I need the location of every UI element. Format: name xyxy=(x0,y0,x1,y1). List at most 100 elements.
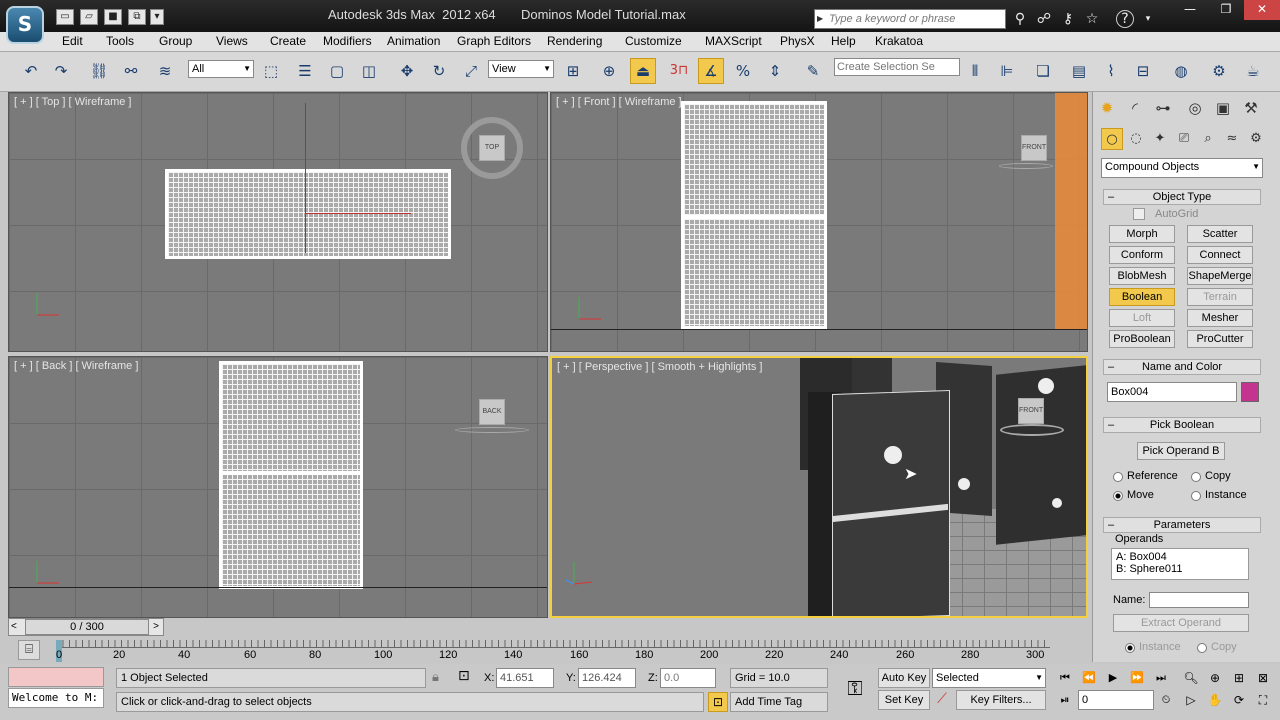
viewcube[interactable]: BACK xyxy=(479,399,505,425)
percent-snap-icon[interactable]: % xyxy=(730,58,756,84)
object-name-input[interactable]: Box004 xyxy=(1107,382,1237,402)
x-coordinate-input[interactable]: 41.651 xyxy=(496,668,554,688)
render-setup-icon[interactable]: ⚙ xyxy=(1206,58,1232,84)
utilities-tab-icon[interactable]: ⚒ xyxy=(1239,96,1263,120)
menu-rendering[interactable]: Rendering xyxy=(547,34,602,48)
viewport-back[interactable]: [ + ] [ Back ] [ Wireframe ] BACK xyxy=(8,356,548,618)
keyboard-shortcut-override-icon[interactable]: ⏏ xyxy=(630,58,656,84)
select-and-scale-icon[interactable]: ⤢ xyxy=(458,58,484,84)
schematic-view-icon[interactable]: ⊟ xyxy=(1130,58,1156,84)
undo-icon[interactable]: ↶ xyxy=(18,58,44,84)
shapemerge-button[interactable]: ShapeMerge xyxy=(1187,267,1253,285)
connect-button[interactable]: Connect xyxy=(1187,246,1253,264)
app-logo-icon[interactable]: S xyxy=(6,6,44,44)
align-icon[interactable]: ⊫ xyxy=(994,58,1020,84)
key-tangent-icon[interactable]: ⟋ xyxy=(932,691,952,711)
spinner-snap-icon[interactable]: ⇕ xyxy=(762,58,788,84)
instance-radio[interactable]: Instance xyxy=(1191,489,1247,501)
select-and-rotate-icon[interactable]: ↻ xyxy=(426,58,452,84)
autogrid-checkbox[interactable] xyxy=(1133,208,1145,220)
absolute-transform-icon[interactable]: ⊡ xyxy=(458,668,470,684)
menu-edit[interactable]: Edit xyxy=(62,34,83,48)
current-frame-input[interactable]: 0 xyxy=(1078,690,1154,710)
pick-operand-b-button[interactable]: Pick Operand B xyxy=(1137,442,1225,460)
zoom-extents-all-icon[interactable]: ⊠ xyxy=(1252,668,1274,688)
extract-instance-radio[interactable]: Instance xyxy=(1125,641,1181,653)
ribbon-toggle-icon[interactable]: ▤ xyxy=(1066,58,1092,84)
viewcube[interactable]: FRONT xyxy=(1018,398,1044,424)
favorites-star-icon[interactable]: ☆ xyxy=(1082,9,1102,29)
save-file-icon[interactable]: ■ xyxy=(104,9,122,25)
menu-graph-editors[interactable]: Graph Editors xyxy=(457,34,531,48)
help-dropdown-icon[interactable]: ▾ xyxy=(1138,9,1158,29)
key-filters-button[interactable]: Key Filters... xyxy=(956,690,1046,710)
bind-space-warp-icon[interactable]: ≋ xyxy=(152,58,178,84)
mini-curve-editor-icon[interactable]: ⌸ xyxy=(18,640,40,660)
mesher-button[interactable]: Mesher xyxy=(1187,309,1253,327)
subscription-icon[interactable]: ⚷ xyxy=(1058,9,1078,29)
proboolean-button[interactable]: ProBoolean xyxy=(1109,330,1175,348)
select-and-move-icon[interactable]: ✥ xyxy=(394,58,420,84)
menu-maxscript[interactable]: MAXScript xyxy=(705,34,762,48)
operands-list[interactable]: A: Box004 B: Sphere011 xyxy=(1111,548,1249,580)
name-and-color-rollout[interactable]: Name and Color xyxy=(1103,359,1261,375)
zoom-icon[interactable]: 🔍︎ xyxy=(1180,668,1202,688)
loft-button[interactable]: Loft xyxy=(1109,309,1175,327)
select-manipulate-icon[interactable]: ⊕ xyxy=(596,58,622,84)
pan-view-icon[interactable]: ✋ xyxy=(1204,690,1226,710)
extract-copy-radio[interactable]: Copy xyxy=(1197,641,1237,653)
menu-group[interactable]: Group xyxy=(159,34,192,48)
render-production-icon[interactable]: ☕ xyxy=(1240,58,1266,84)
rectangular-selection-icon[interactable]: ▢ xyxy=(324,58,350,84)
time-tag-icon[interactable]: ⊡ xyxy=(708,692,728,712)
move-radio[interactable]: Move xyxy=(1113,489,1154,501)
track-bar[interactable]: 0 20 40 60 80 100 120 140 160 180 200 220 240 260 280 3… xyxy=(56,640,1050,662)
viewport-front[interactable]: [ + ] [ Front ] [ Wireframe ] FRONT xyxy=(550,92,1088,352)
menu-animation[interactable]: Animation xyxy=(387,34,440,48)
menu-modifiers[interactable]: Modifiers xyxy=(323,34,372,48)
set-key-button[interactable]: Set Key xyxy=(878,690,930,710)
shapes-icon[interactable]: ◌ xyxy=(1125,128,1147,150)
display-tab-icon[interactable]: ▣ xyxy=(1211,96,1235,120)
default-in-out-key-icon[interactable]: ⚿ xyxy=(838,676,872,700)
modify-tab-icon[interactable]: ◜ xyxy=(1123,96,1147,120)
material-editor-icon[interactable]: ◍ xyxy=(1168,58,1194,84)
viewport-top[interactable]: [ + ] [ Top ] [ Wireframe ] TOP xyxy=(8,92,548,352)
copy-radio[interactable]: Copy xyxy=(1191,470,1231,482)
menu-views[interactable]: Views xyxy=(216,34,248,48)
maxscript-input[interactable]: Welcome to M: xyxy=(8,688,104,708)
curve-editor-icon[interactable]: ⌇ xyxy=(1098,58,1124,84)
select-and-link-icon[interactable]: ⛓ xyxy=(86,58,112,84)
zoom-extents-icon[interactable]: ⊞ xyxy=(1228,668,1250,688)
selection-set-input[interactable]: Create Selection Se xyxy=(834,58,960,76)
angle-snap-icon[interactable]: ∡ xyxy=(698,58,724,84)
viewport-label[interactable]: [ + ] [ Front ] [ Wireframe ] xyxy=(556,96,682,108)
time-slider-next-icon[interactable]: > xyxy=(153,621,159,632)
pivot-center-icon[interactable]: ⊞ xyxy=(560,58,586,84)
list-item[interactable]: A: Box004 xyxy=(1116,551,1244,563)
time-slider[interactable]: < 0 / 300 > xyxy=(8,618,164,636)
viewcube[interactable]: FRONT xyxy=(1021,135,1047,161)
boolean-button[interactable]: Boolean xyxy=(1109,288,1175,306)
viewport-label[interactable]: [ + ] [ Top ] [ Wireframe ] xyxy=(14,96,131,108)
mirror-icon[interactable]: ⫴ xyxy=(962,58,988,84)
motion-tab-icon[interactable]: ◎ xyxy=(1183,96,1207,120)
go-to-start-icon[interactable]: ⏮ xyxy=(1054,668,1076,688)
parameters-rollout[interactable]: Parameters xyxy=(1103,517,1261,533)
menu-krakatoa[interactable]: Krakatoa xyxy=(875,34,923,48)
helpers-icon[interactable]: ⌕ xyxy=(1197,128,1219,150)
menu-customize[interactable]: Customize xyxy=(625,34,682,48)
go-to-end-icon[interactable]: ⏭ xyxy=(1150,668,1172,688)
maximize-viewport-icon[interactable]: ⛶ xyxy=(1252,690,1274,710)
reference-radio[interactable]: Reference xyxy=(1113,470,1178,482)
reference-coordinate-select[interactable]: View xyxy=(488,60,554,78)
minimize-icon[interactable]: — xyxy=(1172,0,1208,20)
key-mode-toggle-icon[interactable]: ⏯ xyxy=(1054,690,1076,710)
field-of-view-icon[interactable]: ▷ xyxy=(1180,690,1202,710)
layer-manager-icon[interactable]: ❏ xyxy=(1030,58,1056,84)
window-crossing-icon[interactable]: ◫ xyxy=(356,58,382,84)
time-slider-prev-icon[interactable]: < xyxy=(11,621,17,632)
close-icon[interactable]: ✕ xyxy=(1244,0,1280,20)
viewport-label[interactable]: [ + ] [ Perspective ] [ Smooth + Highlig… xyxy=(557,361,762,373)
previous-frame-icon[interactable]: ⏪ xyxy=(1078,668,1100,688)
